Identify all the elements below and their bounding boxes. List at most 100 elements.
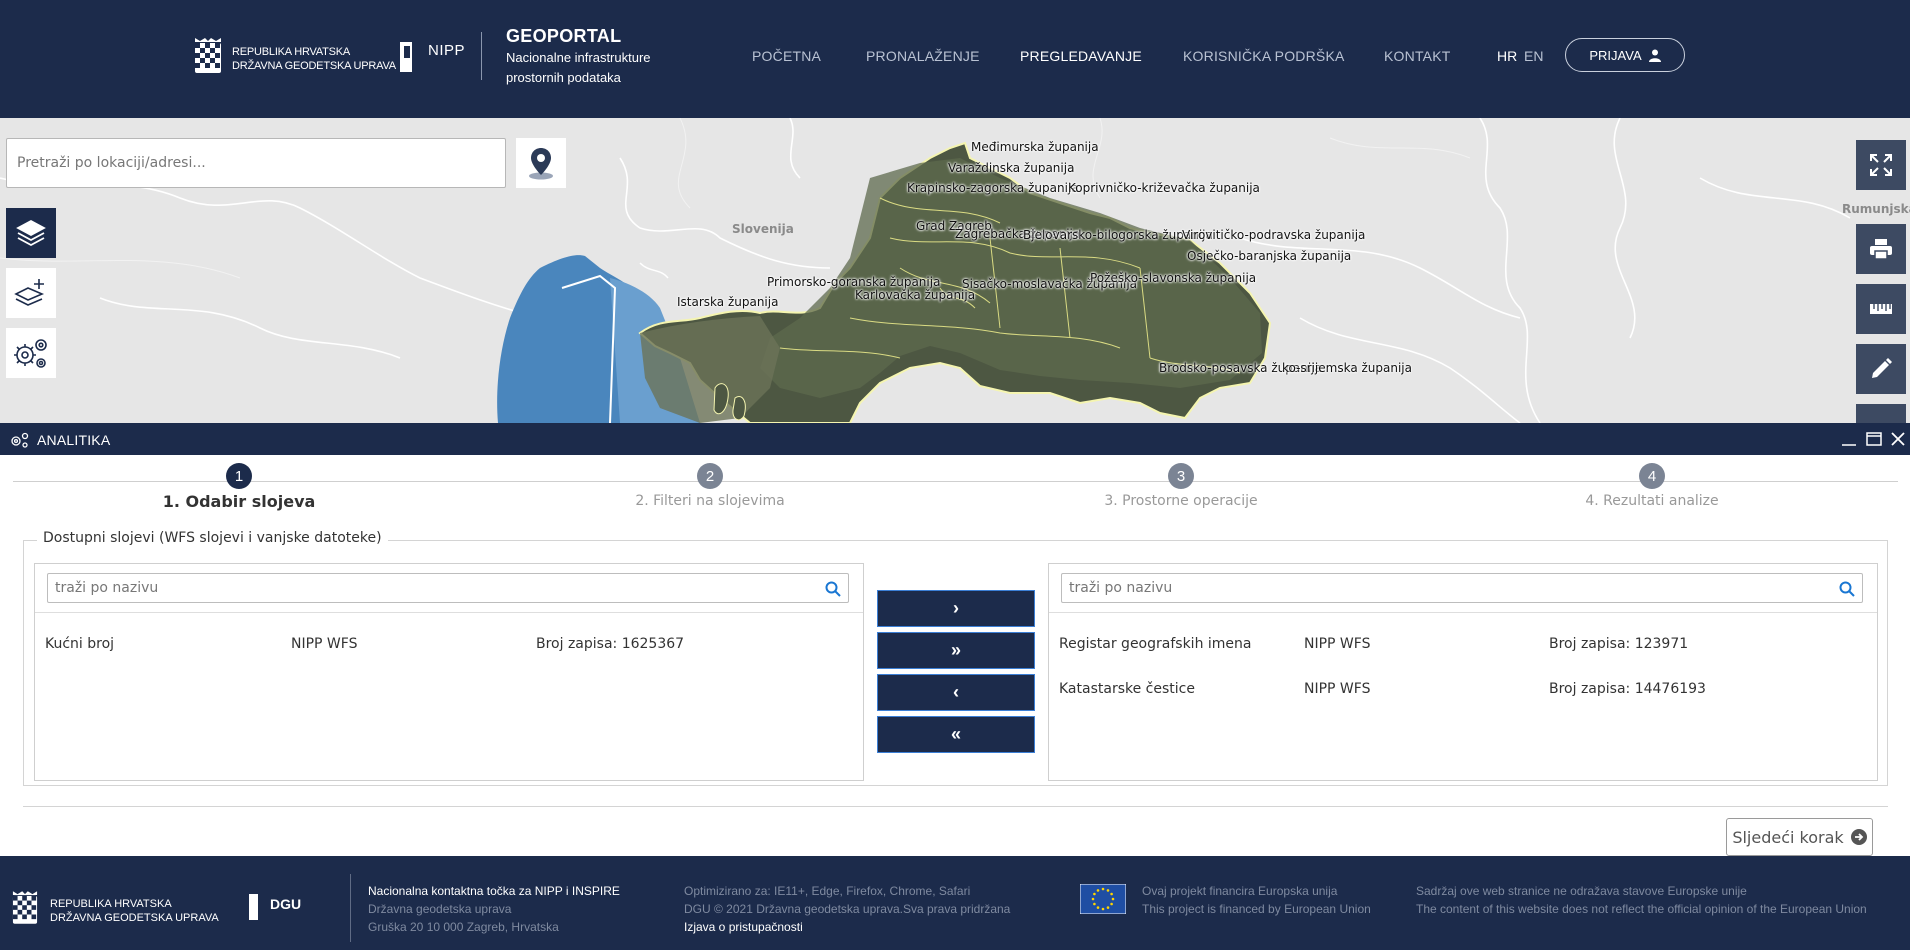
step-3-label[interactable]: 3. Prostorne operacije <box>1031 493 1331 509</box>
step-1-indicator[interactable]: 1 <box>226 463 252 489</box>
map-label-region: Krapinsko-zagorska županija <box>907 181 1079 195</box>
fullscreen-icon <box>1870 154 1892 176</box>
nav-korisnicka-podrska[interactable]: KORISNIČKA PODRŠKA <box>1183 48 1345 64</box>
double-chevron-right-icon: » <box>950 640 961 660</box>
chevron-left-icon: ‹ <box>953 682 959 702</box>
step-3-indicator[interactable]: 3 <box>1168 463 1194 489</box>
double-chevron-left-icon: « <box>950 724 961 744</box>
site-title[interactable]: GEOPORTAL <box>506 26 621 47</box>
search-icon[interactable] <box>825 581 841 597</box>
map-label-region: Požeško-slavonska županija <box>1090 271 1257 285</box>
layer-name: Kućni broj <box>45 636 115 652</box>
measure-button[interactable] <box>1856 284 1906 334</box>
minimize-icon[interactable] <box>1840 430 1858 448</box>
list-separator <box>35 612 863 613</box>
nav-pregledavanje[interactable]: PREGLEDAVANJE <box>1020 48 1142 64</box>
step-4-label[interactable]: 4. Rezultati analize <box>1502 493 1802 509</box>
fullscreen-button[interactable] <box>1856 140 1906 190</box>
map-label-slovenia: Slovenija <box>732 222 794 236</box>
footer-contact: Nacionalna kontaktna točka za NIPP i INS… <box>368 884 620 934</box>
map-view[interactable]: Slovenija Rumunjska Međimurska županija … <box>0 118 1910 423</box>
layer-record-count: Broj zapisa: 14476193 <box>1549 681 1706 697</box>
layers-icon <box>16 219 46 247</box>
layer-record-count: Broj zapisa: 123971 <box>1549 636 1689 652</box>
draw-button[interactable] <box>1856 344 1906 394</box>
lang-hr[interactable]: HR <box>1497 48 1517 64</box>
step-2-label[interactable]: 2. Filteri na slojevima <box>560 493 860 509</box>
nipp-logo-text: NIPP <box>428 42 466 59</box>
header-divider <box>481 32 482 80</box>
map-label-region: Koprivničko-križevačka županija <box>1068 181 1260 195</box>
step-2-indicator[interactable]: 2 <box>697 463 723 489</box>
panel-divider <box>23 806 1888 807</box>
map-label-region: Karlovačka županija <box>855 288 976 302</box>
list-item[interactable]: Kućni broj NIPP WFS Broj zapisa: 1625367 <box>35 630 863 660</box>
layer-source: NIPP WFS <box>291 636 358 652</box>
print-button[interactable] <box>1856 224 1906 274</box>
login-label: PRIJAVA <box>1589 47 1642 63</box>
add-layer-icon <box>14 279 45 306</box>
step-4-indicator[interactable]: 4 <box>1639 463 1665 489</box>
list-separator <box>1049 612 1877 613</box>
site-subtitle: Nacionalne infrastrukture prostornih pod… <box>506 50 651 85</box>
footer-disclaimer: Sadržaj ove web stranice ne odražava sta… <box>1416 884 1867 916</box>
analytics-panel-title: ANALITIKA <box>37 432 111 448</box>
location-search-input[interactable] <box>6 138 506 188</box>
location-pin-icon <box>529 148 553 180</box>
chevron-right-icon: › <box>953 598 959 618</box>
selected-layers-list: Registar geografskih imena NIPP WFS Broj… <box>1048 563 1878 781</box>
footer-eu-funding: Ovaj projekt financira Europska unija Th… <box>1142 884 1371 916</box>
locate-button[interactable] <box>516 138 566 188</box>
nav-pronalazenje[interactable]: PRONALAŽENJE <box>866 48 980 64</box>
close-icon[interactable] <box>1889 430 1907 448</box>
map-label-region: Međimurska županija <box>971 140 1099 154</box>
selected-layers-search-input[interactable] <box>1061 573 1863 603</box>
remove-all-button[interactable]: « <box>877 716 1035 753</box>
coat-of-arms-icon <box>195 38 221 73</box>
layers-button[interactable] <box>6 208 56 258</box>
analytics-settings-button[interactable] <box>6 328 56 378</box>
dgu-logo-icon[interactable] <box>248 892 272 922</box>
list-item[interactable]: Registar geografskih imena NIPP WFS Broj… <box>1049 630 1877 660</box>
settings-icon <box>11 432 29 448</box>
map-label-region: Vukovarsko-srijemska županija <box>1282 361 1412 375</box>
available-layers-list: Kućni broj NIPP WFS Broj zapisa: 1625367 <box>34 563 864 781</box>
add-all-button[interactable]: » <box>877 632 1035 669</box>
footer-divider <box>350 874 351 942</box>
lang-en[interactable]: EN <box>1524 48 1543 64</box>
footer-info: Optimizirano za: IE11+, Edge, Firefox, C… <box>684 884 1011 936</box>
step-1-label[interactable]: 1. Odabir slojeva <box>89 492 389 511</box>
add-selected-button[interactable]: › <box>877 590 1035 627</box>
maximize-icon[interactable] <box>1865 430 1883 448</box>
map-label-region: Primorsko-goranska županija <box>767 275 941 289</box>
remove-selected-button[interactable]: ‹ <box>877 674 1035 711</box>
map-label-region: Istarska županija <box>677 295 779 309</box>
footer-org-name: REPUBLIKA HRVATSKA DRŽAVNA GEODETSKA UPR… <box>50 898 219 924</box>
arrow-right-circle-icon <box>1850 829 1867 845</box>
login-button[interactable]: PRIJAVA <box>1565 38 1685 72</box>
add-layer-button[interactable] <box>6 268 56 318</box>
user-location-button[interactable] <box>1856 404 1906 423</box>
search-icon[interactable] <box>1839 581 1855 597</box>
analytics-panel-header: ANALITIKA <box>0 423 1910 455</box>
accessibility-link[interactable]: Izjava o pristupačnosti <box>684 918 1010 936</box>
layer-source: NIPP WFS <box>1304 636 1371 652</box>
next-step-label: Sljedeći korak <box>1732 827 1844 847</box>
nav-pocetna[interactable]: POČETNA <box>752 48 821 64</box>
map-label-region: Varaždinska županija <box>948 161 1075 175</box>
dgu-logo-text: DGU <box>270 896 302 912</box>
layer-record-count: Broj zapisa: 1625367 <box>536 636 685 652</box>
next-step-button[interactable]: Sljedeći korak <box>1726 818 1873 856</box>
map-label-region: Osječko-baranjska županija <box>1187 249 1352 263</box>
pencil-icon <box>1872 358 1892 378</box>
available-layers-legend: Dostupni slojevi (WFS slojevi i vanjske … <box>37 530 388 546</box>
site-header: REPUBLIKA HRVATSKA DRŽAVNA GEODETSKA UPR… <box>0 0 1910 118</box>
map-label-romania: Rumunjska <box>1842 202 1910 216</box>
coat-of-arms-icon <box>12 891 38 924</box>
available-layers-search-input[interactable] <box>47 573 849 603</box>
layer-source: NIPP WFS <box>1304 681 1371 697</box>
nav-kontakt[interactable]: KONTAKT <box>1384 48 1450 64</box>
map-label-region: Virovitičko-podravska županija <box>1182 228 1366 242</box>
list-item[interactable]: Katastarske čestice NIPP WFS Broj zapisa… <box>1049 675 1877 705</box>
header-org-name: REPUBLIKA HRVATSKA DRŽAVNA GEODETSKA UPR… <box>232 46 396 72</box>
